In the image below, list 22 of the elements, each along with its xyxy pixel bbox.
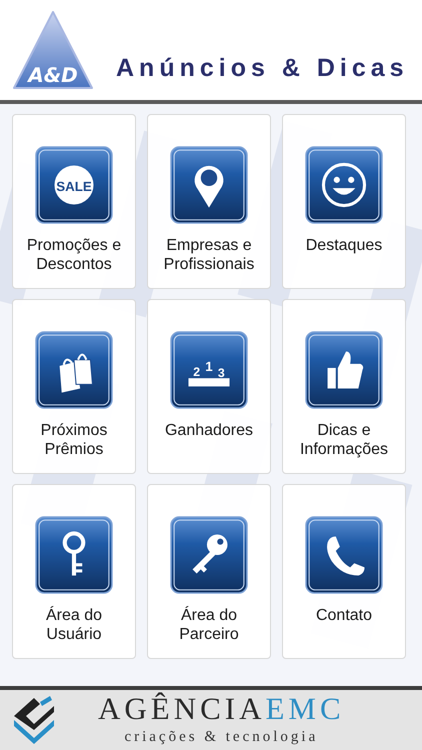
agency-tagline: criações & tecnologia xyxy=(124,728,318,747)
menu-tile[interactable]: Empresas e Profissionais xyxy=(147,114,271,289)
thumbs-up-icon xyxy=(305,331,383,409)
menu-tile[interactable]: SALE Promoções e Descontos xyxy=(12,114,136,289)
shopping-bags-icon xyxy=(35,331,113,409)
podium-icon: 2 1 3 xyxy=(170,331,248,409)
menu-tile[interactable]: Próximos Prêmios xyxy=(12,299,136,474)
menu-tile[interactable]: Destaques xyxy=(282,114,406,289)
map-pin-icon xyxy=(170,146,248,224)
menu-tile[interactable]: Contato xyxy=(282,484,406,659)
phone-icon xyxy=(305,516,383,594)
menu-tile[interactable]: Dicas e Informações xyxy=(282,299,406,474)
agency-name: AGÊNCIAEMC xyxy=(98,692,345,726)
app-title: Anúncios & Dicas xyxy=(116,53,409,84)
logo-icon: A&D xyxy=(12,8,94,92)
smiley-icon xyxy=(305,146,383,224)
key-icon xyxy=(170,516,248,594)
menu-tile[interactable]: 2 1 3 Ganhadores xyxy=(147,299,271,474)
menu-tile[interactable]: Área do Parceiro xyxy=(147,484,271,659)
menu-tile[interactable]: Área do Usuário xyxy=(12,484,136,659)
sale-tag-icon: SALE xyxy=(35,146,113,224)
key-icon xyxy=(35,516,113,594)
